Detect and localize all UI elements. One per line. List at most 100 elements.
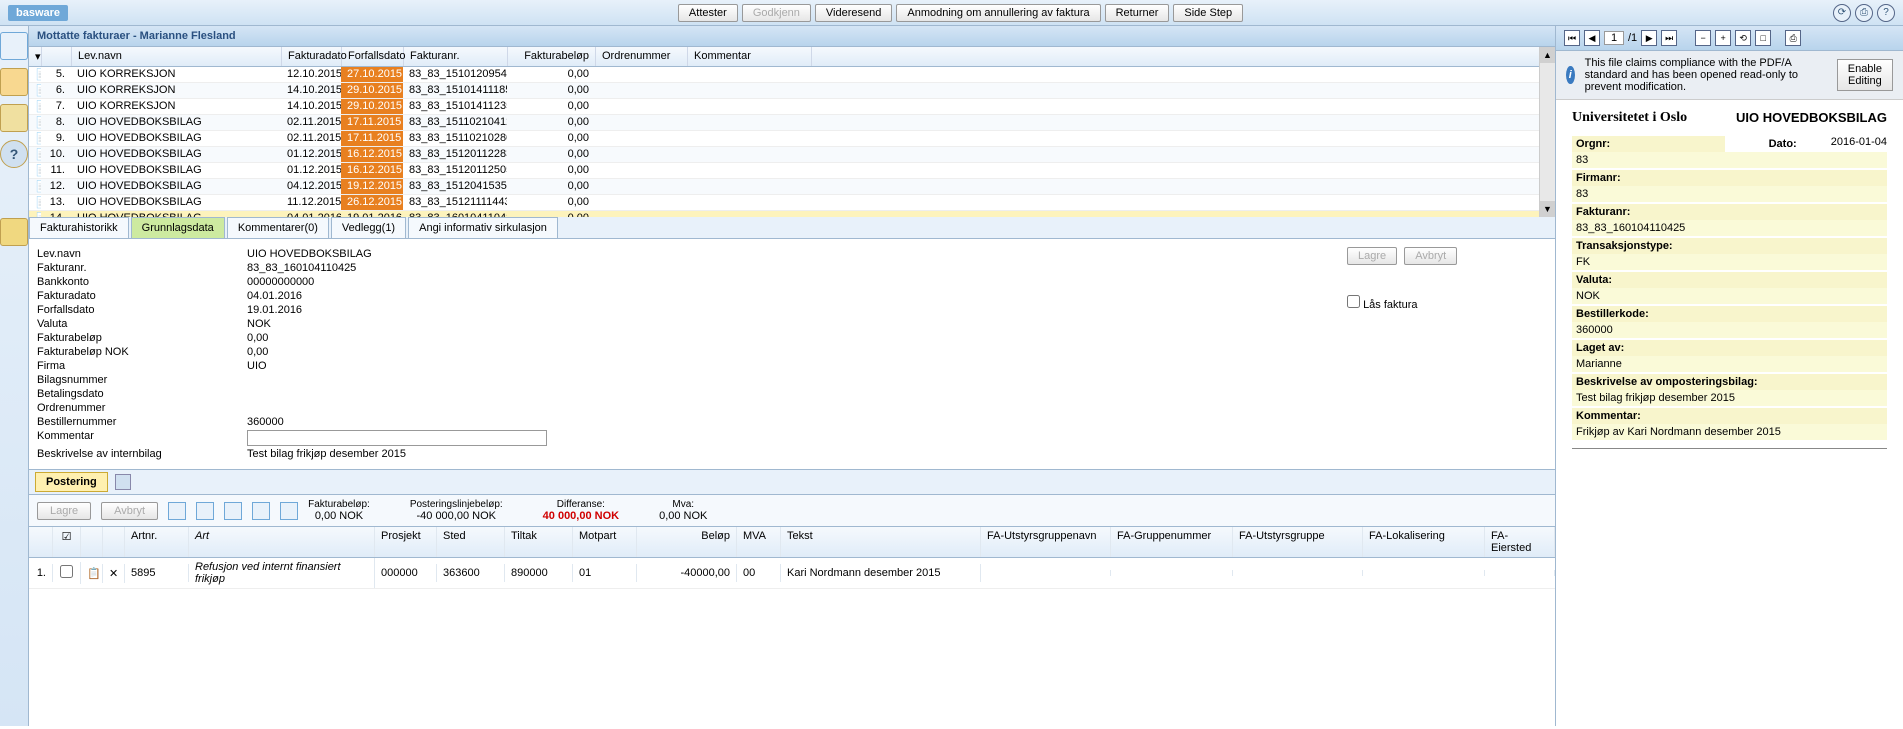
table-row[interactable]: 📄9.UIO HOVEDBOKSBILAG02.11.201517.11.201… — [29, 131, 1539, 147]
table-row[interactable]: 📄7.UIO KORREKSJON14.10.201529.10.201583_… — [29, 99, 1539, 115]
besk-label: Beskrivelse av internbilag — [37, 448, 247, 460]
col-fa3[interactable]: FA-Utstyrsgruppe — [1233, 527, 1363, 557]
grid-scrollbar[interactable]: ▲ ▼ — [1539, 47, 1555, 217]
attester-button[interactable]: Attester — [678, 4, 738, 22]
bet-label: Betalingsdato — [37, 388, 247, 400]
first-page-icon[interactable]: ⏮ — [1564, 30, 1580, 46]
fit-icon[interactable]: □ — [1755, 30, 1771, 46]
returner-button[interactable]: Returner — [1105, 4, 1170, 22]
settings-icon[interactable] — [0, 104, 28, 132]
col-ord[interactable]: Ordrenummer — [596, 47, 688, 66]
posting-icon-3[interactable] — [224, 502, 242, 520]
tab-angi[interactable]: Angi informativ sirkulasjon — [408, 217, 558, 238]
col-motpart[interactable]: Motpart — [573, 527, 637, 557]
copy-icon[interactable]: 📋 — [81, 564, 103, 583]
col-prosjekt[interactable]: Prosjekt — [375, 527, 437, 557]
row-fnr: 83_83_151012095446 — [403, 67, 507, 82]
tab-vedlegg[interactable]: Vedlegg(1) — [331, 217, 406, 238]
tab-grunnlagsdata[interactable]: Grunnlagsdata — [131, 217, 225, 238]
postering-tool-icon[interactable] — [115, 474, 131, 490]
table-row[interactable]: 📄6.UIO KORREKSJON14.10.201529.10.201583_… — [29, 83, 1539, 99]
tab-kommentarer[interactable]: Kommentarer(0) — [227, 217, 329, 238]
col-tiltak[interactable]: Tiltak — [505, 527, 573, 557]
refresh-icon[interactable]: ⟳ — [1833, 4, 1851, 22]
col-check[interactable]: ☑ — [53, 527, 81, 557]
annullering-button[interactable]: Anmodning om annullering av faktura — [896, 4, 1100, 22]
enable-editing-button[interactable]: Enable Editing — [1837, 59, 1893, 91]
scroll-up-icon[interactable]: ▲ — [1540, 47, 1555, 63]
col-expand[interactable]: ▾ — [29, 47, 42, 66]
col-fa2[interactable]: FA-Gruppenummer — [1111, 527, 1233, 557]
col-sted[interactable]: Sted — [437, 527, 505, 557]
posting-row[interactable]: 1. 📋 ✕ 5895 Refusjon ved internt finansi… — [29, 558, 1555, 589]
row-forfall: 16.12.2015 — [341, 163, 403, 178]
page-input[interactable] — [1604, 31, 1624, 45]
documents-icon[interactable] — [0, 32, 28, 60]
col-art[interactable]: Art — [189, 527, 375, 557]
last-page-icon[interactable]: ⏭ — [1661, 30, 1677, 46]
posting-icon-2[interactable] — [196, 502, 214, 520]
row-icon: 📄 — [29, 67, 41, 82]
row-fnr: 83_83_151204153539 — [403, 179, 507, 194]
zoom-out-icon[interactable]: − — [1695, 30, 1711, 46]
table-row[interactable]: 📄11.UIO HOVEDBOKSBILAG01.12.201516.12.20… — [29, 163, 1539, 179]
pdf-dato-label: Dato: — [1765, 136, 1801, 152]
help-icon[interactable]: ? — [1877, 4, 1895, 22]
col-fa5[interactable]: FA-Eiersted — [1485, 527, 1555, 557]
posting-lagre-button: Lagre — [37, 502, 91, 520]
bet-value — [247, 388, 1327, 400]
col-fa4[interactable]: FA-Lokalisering — [1363, 527, 1485, 557]
table-row[interactable]: 📄10.UIO HOVEDBOKSBILAG01.12.201516.12.20… — [29, 147, 1539, 163]
pl-total-value: -40 000,00 NOK — [410, 510, 503, 522]
pdf-best-label: Bestillerkode: — [1572, 306, 1887, 322]
kommentar-input[interactable] — [247, 430, 547, 446]
col-mva[interactable]: MVA — [737, 527, 781, 557]
row-forfall: 17.11.2015 — [341, 131, 403, 146]
pdf-orgnr-label: Orgnr: — [1572, 136, 1725, 152]
sidestep-button[interactable]: Side Step — [1173, 4, 1243, 22]
col-fbelop[interactable]: Fakturabeløp — [508, 47, 596, 66]
zoom-in-icon[interactable]: + — [1715, 30, 1731, 46]
row-kom — [687, 99, 811, 114]
best-label: Bestillernummer — [37, 416, 247, 428]
posting-icon-1[interactable] — [168, 502, 186, 520]
row-icon: 📄 — [29, 195, 41, 210]
folder-icon[interactable] — [0, 68, 28, 96]
postering-tab[interactable]: Postering — [35, 472, 108, 492]
table-row[interactable]: 📄8.UIO HOVEDBOKSBILAG02.11.201517.11.201… — [29, 115, 1539, 131]
las-faktura-checkbox[interactable] — [1347, 295, 1360, 308]
col-fa1[interactable]: FA-Utstyrsgruppenavn — [981, 527, 1111, 557]
col-tekst[interactable]: Tekst — [781, 527, 981, 557]
row-checkbox[interactable] — [60, 565, 73, 578]
delete-icon[interactable]: ✕ — [103, 564, 125, 583]
table-row[interactable]: 📄5.UIO KORREKSJON12.10.201527.10.201583_… — [29, 67, 1539, 83]
col-kom[interactable]: Kommentar — [688, 47, 812, 66]
row-forfall: 16.12.2015 — [341, 147, 403, 162]
next-page-icon[interactable]: ▶ — [1641, 30, 1657, 46]
col-forfall[interactable]: Forfallsdato — [342, 47, 404, 66]
posting-icon-4[interactable] — [252, 502, 270, 520]
col-fnr[interactable]: Fakturanr. — [404, 47, 508, 66]
row-index: 5. — [41, 67, 71, 82]
col-belop[interactable]: Beløp — [637, 527, 737, 557]
row-lev: UIO HOVEDBOKSBILAG — [71, 163, 281, 178]
scroll-down-icon[interactable]: ▼ — [1540, 201, 1555, 217]
invoice-grid: ▾ Lev.navn Fakturadato Forfallsdato Fakt… — [29, 47, 1539, 217]
pdf-print-icon[interactable]: ⎙ — [1785, 30, 1801, 46]
table-row[interactable]: 📄13.UIO HOVEDBOKSBILAG11.12.201526.12.20… — [29, 195, 1539, 211]
table-row[interactable]: 📄14.UIO HOVEDBOKSBILAG04.01.201619.01.20… — [29, 211, 1539, 217]
print-icon[interactable]: ⎙ — [1855, 4, 1873, 22]
tab-fakturahistorikk[interactable]: Fakturahistorikk — [29, 217, 129, 238]
firma-label: Firma — [37, 360, 247, 372]
prev-page-icon[interactable]: ◀ — [1584, 30, 1600, 46]
col-fdato[interactable]: Fakturadato — [282, 47, 342, 66]
rotate-icon[interactable]: ⟲ — [1735, 30, 1751, 46]
table-row[interactable]: 📄12.UIO HOVEDBOKSBILAG04.12.201519.12.20… — [29, 179, 1539, 195]
godkjenn-button: Godkjenn — [742, 4, 811, 22]
posting-icon-5[interactable] — [280, 502, 298, 520]
videresend-button[interactable]: Videresend — [815, 4, 892, 22]
col-lev[interactable]: Lev.navn — [72, 47, 282, 66]
sidebar-help-icon[interactable]: ? — [0, 140, 28, 168]
key-icon[interactable] — [0, 218, 28, 246]
col-artnr[interactable]: Artnr. — [125, 527, 189, 557]
